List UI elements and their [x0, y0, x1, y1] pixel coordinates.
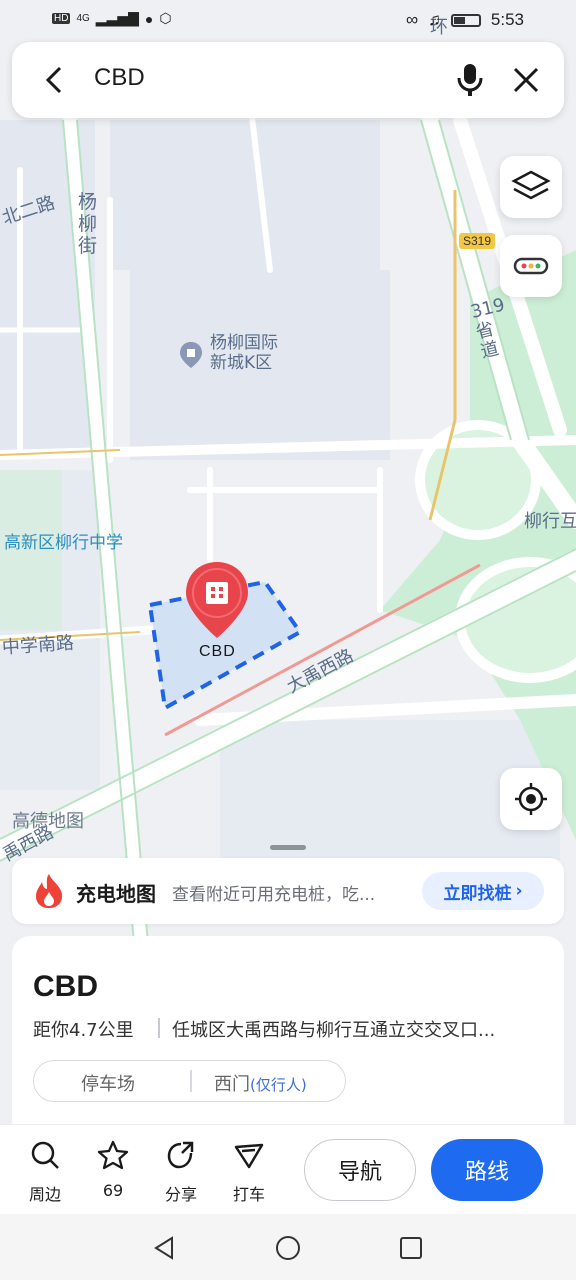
layers-button[interactable] — [500, 156, 562, 218]
location-pin-icon — [180, 342, 202, 368]
system-nav-bar — [0, 1214, 576, 1280]
map-label-yangliu-street: 杨柳街 — [78, 191, 98, 257]
navigate-label: 导航 — [337, 1160, 382, 1185]
app-icon: ⬡ — [159, 10, 172, 26]
route-label: 路线 — [464, 1160, 509, 1185]
clock: 5:53 — [490, 10, 524, 29]
sheet-drag-handle[interactable] — [270, 845, 306, 850]
charge-title: 充电地图 — [76, 882, 156, 906]
signal-icon: ▂▃▅▇ — [95, 10, 139, 26]
battery-icon — [450, 13, 481, 27]
back-icon[interactable] — [150, 1234, 178, 1262]
microphone-icon — [457, 64, 483, 96]
favorite-button[interactable]: 69 — [83, 1139, 143, 1200]
share-icon — [167, 1141, 194, 1169]
layers-icon — [511, 170, 551, 200]
voice-search-button[interactable] — [450, 60, 490, 100]
star-icon — [97, 1140, 129, 1170]
share-label: 分享 — [164, 1185, 197, 1204]
search-bar[interactable]: CBD — [12, 42, 564, 118]
charging-map-banner[interactable]: 充电地图 查看附近可用充电桩，吃... 立即找桩 › — [12, 858, 564, 924]
nearby-label: 周边 — [28, 1185, 61, 1204]
traffic-button[interactable] — [500, 235, 562, 297]
chat-icon: ● — [144, 10, 154, 27]
find-charger-button[interactable]: 立即找桩 › — [422, 872, 544, 910]
back-button[interactable] — [34, 60, 74, 100]
divider — [158, 1018, 160, 1038]
back-arrow-icon — [45, 66, 62, 94]
share-button[interactable]: 分享 — [151, 1139, 211, 1205]
flame-icon — [36, 874, 62, 908]
network-label: 4G — [76, 13, 90, 24]
hd-badge: HD — [52, 13, 71, 24]
locate-button[interactable] — [500, 768, 562, 830]
poi-address: 任城区大禹西路与柳行互通立交交叉口... — [172, 1020, 496, 1041]
poi-tags: 停车场 西门(仅行人) — [33, 1060, 346, 1102]
poi-marker[interactable] — [184, 560, 250, 640]
close-icon — [513, 67, 539, 93]
tag-west-gate-note: (仅行人) — [250, 1076, 307, 1094]
taxi-icon — [234, 1143, 264, 1169]
tag-parking[interactable]: 停车场 — [81, 1070, 135, 1096]
map-label-community: 杨柳国际新城K区 — [210, 333, 278, 373]
mute-icon: ♫ — [428, 10, 441, 29]
search-query[interactable]: CBD — [94, 64, 145, 92]
poi-name: CBD — [33, 970, 98, 1003]
clear-button[interactable] — [506, 60, 546, 100]
route-button[interactable]: 路线 — [431, 1139, 543, 1201]
taxi-button[interactable]: 打车 — [219, 1139, 279, 1205]
tag-west-gate[interactable]: 西门(仅行人) — [214, 1070, 307, 1096]
status-bar: HD 4G ▂▃▅▇ ● ⬡ ∞ ♫ 5:53 — [0, 0, 576, 42]
recents-icon[interactable] — [397, 1234, 425, 1262]
traffic-light-icon — [513, 257, 549, 275]
search-icon — [31, 1141, 59, 1169]
poi-distance: 距你4.7公里 — [33, 1020, 134, 1041]
crosshair-icon — [515, 783, 547, 815]
map-label-school: 高新区柳行中学 — [4, 533, 123, 553]
tag-west-gate-label: 西门 — [214, 1074, 250, 1095]
bluetooth-icon: ∞ — [406, 10, 419, 29]
taxi-label: 打车 — [232, 1185, 265, 1204]
home-icon[interactable] — [274, 1234, 302, 1262]
chevron-right-icon: › — [515, 881, 523, 901]
bottom-action-bar: 周边 69 分享 打车 导航 路线 — [0, 1124, 576, 1215]
find-charger-label: 立即找桩 — [443, 883, 512, 904]
highway-badge: S319 — [459, 233, 496, 249]
poi-marker-label: CBD — [199, 643, 236, 660]
map-watermark: 高德地图 — [12, 811, 84, 832]
map-label-liuxing-interchange: 柳行互 — [524, 511, 576, 532]
favorite-count: 69 — [102, 1181, 124, 1200]
charge-desc: 查看附近可用充电桩，吃... — [172, 885, 376, 905]
divider — [190, 1070, 192, 1092]
poi-card[interactable]: CBD 距你4.7公里 任城区大禹西路与柳行互通立交交叉口... 停车场 西门(… — [12, 936, 564, 1146]
nearby-button[interactable]: 周边 — [15, 1139, 75, 1205]
navigate-button[interactable]: 导航 — [304, 1139, 416, 1201]
